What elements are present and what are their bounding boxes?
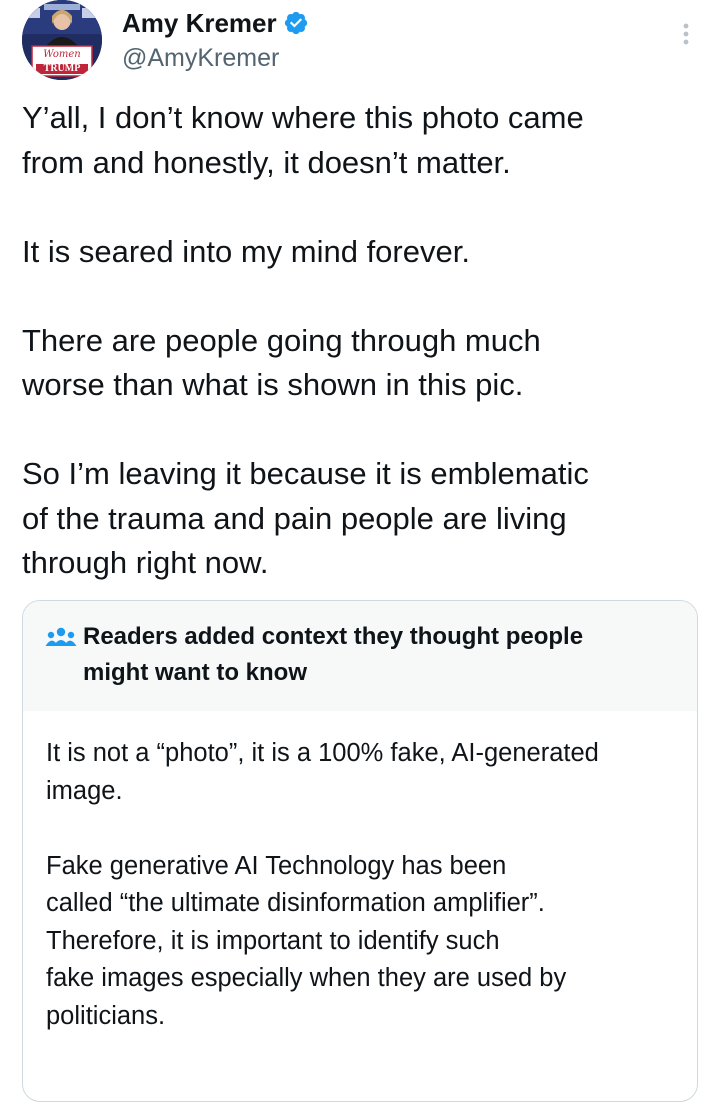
tweet-header: Women TRUMP Amy Kremer @AmyKremer bbox=[22, 0, 698, 80]
tweet: Women TRUMP Amy Kremer @AmyKremer Y’all,… bbox=[0, 0, 720, 1102]
avatar[interactable]: Women TRUMP bbox=[22, 0, 102, 80]
note-paragraph: Fake generative AI Technology has been c… bbox=[46, 851, 567, 1030]
community-note[interactable]: Readers added context they thought peopl… bbox=[22, 600, 698, 1102]
community-note-header: Readers added context they thought peopl… bbox=[23, 601, 697, 711]
user-info: Amy Kremer @AmyKremer bbox=[122, 6, 309, 74]
tweet-paragraph: It is seared into my mind forever. bbox=[22, 233, 470, 269]
avatar-sign-brand: TRUMP bbox=[43, 63, 81, 74]
verified-badge-icon bbox=[283, 10, 309, 36]
community-note-content: It is not a “photo”, it is a 100% fake, … bbox=[46, 735, 686, 1073]
note-paragraph: It is not a “photo”, it is a 100% fake, … bbox=[46, 739, 599, 805]
display-name[interactable]: Amy Kremer bbox=[122, 6, 277, 40]
tweet-paragraph: Y’all, I don’t know where this photo cam… bbox=[22, 100, 584, 180]
tweet-paragraph: So I’m leaving it because it is emblemat… bbox=[22, 456, 589, 580]
community-note-title: Readers added context they thought peopl… bbox=[83, 623, 584, 686]
people-group-icon bbox=[45, 626, 77, 652]
more-options-icon[interactable] bbox=[678, 20, 694, 50]
avatar-sign-text: Women bbox=[43, 49, 81, 60]
display-name-row: Amy Kremer bbox=[122, 6, 309, 40]
tweet-text: Y’all, I don’t know where this photo cam… bbox=[22, 96, 702, 586]
user-handle[interactable]: @AmyKremer bbox=[122, 42, 309, 74]
tweet-paragraph: There are people going through much wors… bbox=[22, 322, 541, 403]
